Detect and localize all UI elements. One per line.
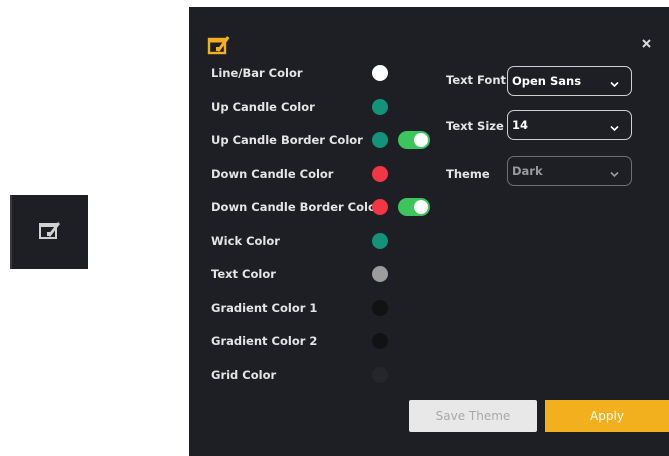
color-swatch[interactable] bbox=[372, 65, 388, 81]
chart-settings-panel: Line/Bar Color Up Candle Color Up Candle B… bbox=[189, 7, 669, 456]
chevron-down-icon bbox=[610, 167, 619, 181]
color-setting-label: Gradient Color 1 bbox=[211, 300, 318, 315]
chevron-down-icon bbox=[610, 77, 619, 91]
select-value: 14 bbox=[512, 118, 529, 132]
save-theme-button[interactable]: Save Theme bbox=[409, 400, 537, 432]
color-swatch[interactable] bbox=[372, 98, 388, 115]
select-value: Dark bbox=[512, 164, 543, 178]
select-value: Open Sans bbox=[512, 74, 582, 88]
color-setting-label: Up Candle Border Color bbox=[211, 133, 363, 147]
color-setting-label: Text Color bbox=[211, 267, 276, 281]
color-swatch[interactable] bbox=[372, 366, 388, 383]
color-setting-label: Wick Color bbox=[211, 233, 280, 248]
font-setting-label: Text Size bbox=[446, 119, 504, 133]
font-setting-select[interactable]: Open Sans bbox=[507, 66, 632, 96]
chart-settings-icon bbox=[207, 33, 231, 61]
color-setting-label: Down Candle Color bbox=[211, 166, 334, 181]
close-button[interactable] bbox=[639, 35, 653, 49]
close-icon bbox=[641, 33, 651, 52]
color-swatch[interactable] bbox=[372, 199, 388, 215]
color-setting-label: Up Candle Color bbox=[211, 99, 315, 114]
border-color-toggle[interactable] bbox=[398, 198, 430, 216]
font-setting-select[interactable]: 14 bbox=[507, 110, 632, 140]
color-setting-label: Gradient Color 2 bbox=[211, 334, 318, 348]
color-swatch[interactable] bbox=[372, 132, 388, 148]
color-setting-label: Grid Color bbox=[211, 367, 277, 382]
font-setting-label: Theme bbox=[446, 167, 490, 181]
chart-settings-icon bbox=[38, 218, 62, 246]
chevron-down-icon bbox=[610, 121, 619, 135]
chart-settings-toolbar-button[interactable] bbox=[10, 195, 88, 269]
color-setting-label: Line/Bar Color bbox=[211, 66, 303, 80]
color-setting-label: Down Candle Border Color bbox=[211, 200, 382, 214]
font-setting-select: Dark bbox=[507, 156, 632, 186]
color-swatch[interactable] bbox=[372, 232, 388, 249]
font-setting-label: Text Font bbox=[446, 73, 507, 87]
border-color-toggle[interactable] bbox=[398, 131, 430, 149]
color-swatch[interactable] bbox=[372, 299, 388, 316]
color-swatch[interactable] bbox=[372, 333, 388, 349]
color-swatch[interactable] bbox=[372, 165, 388, 182]
color-swatch[interactable] bbox=[372, 266, 388, 282]
apply-button[interactable]: Apply bbox=[545, 400, 669, 432]
